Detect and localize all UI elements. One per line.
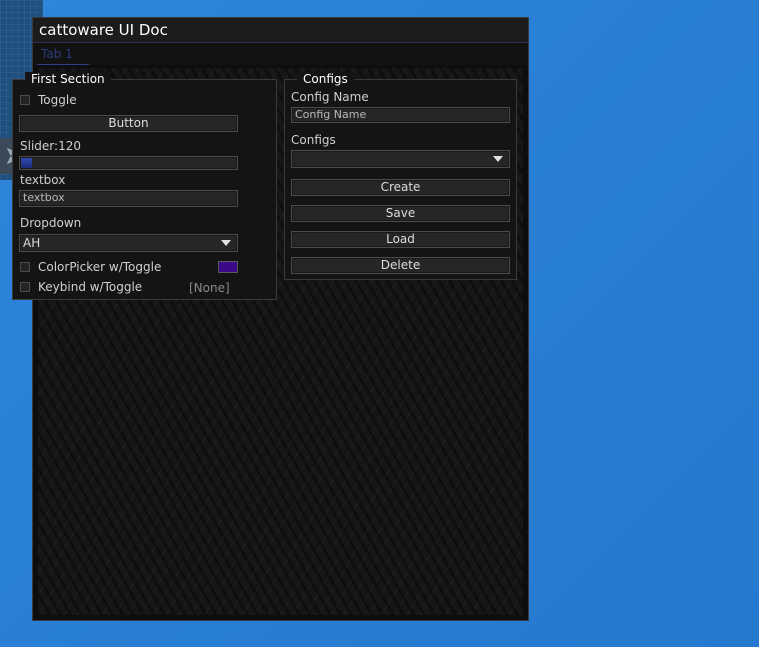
textbox-label: textbox (20, 173, 66, 187)
configs-group: Configs Config Name Config Name Configs … (284, 72, 517, 280)
keybind-checkbox[interactable] (20, 282, 30, 292)
tab-bar: Tab 1 (33, 43, 528, 65)
colorpicker-label: ColorPicker w/Toggle (38, 260, 162, 274)
configs-label: Configs (291, 133, 336, 147)
title-bar[interactable]: cattoware UI Doc (33, 18, 528, 43)
delete-button[interactable]: Delete (291, 257, 510, 274)
textbox-input[interactable]: textbox (19, 190, 238, 207)
button-button[interactable]: Button (19, 115, 238, 132)
chevron-down-icon (493, 156, 503, 162)
toggle-checkbox[interactable] (20, 95, 30, 105)
chevron-down-icon (221, 240, 231, 246)
slider-label: Slider:120 (20, 139, 81, 153)
config-name-label: Config Name (291, 90, 369, 104)
keybind-value[interactable]: [None] (189, 281, 230, 295)
colorpicker-swatch[interactable] (218, 261, 238, 273)
first-section-group: First Section Toggle Button Slider:120 t… (12, 72, 277, 300)
dropdown-label: Dropdown (20, 216, 82, 230)
slider-track[interactable] (19, 156, 238, 170)
tab-1[interactable]: Tab 1 (37, 43, 89, 65)
config-name-input[interactable]: Config Name (291, 107, 510, 123)
first-section-title: First Section (25, 72, 111, 86)
dropdown-select[interactable]: AH (19, 234, 238, 252)
load-button[interactable]: Load (291, 231, 510, 248)
save-button[interactable]: Save (291, 205, 510, 222)
keybind-label: Keybind w/Toggle (38, 280, 143, 294)
toggle-label: Toggle (38, 93, 77, 107)
colorpicker-checkbox[interactable] (20, 262, 30, 272)
create-button[interactable]: Create (291, 179, 510, 196)
slider-fill (21, 158, 32, 168)
slider-value: 120 (58, 139, 81, 153)
configs-select[interactable] (291, 150, 510, 168)
window-title: cattoware UI Doc (39, 21, 168, 39)
configs-title: Configs (297, 72, 354, 86)
dropdown-value: AH (23, 236, 41, 250)
